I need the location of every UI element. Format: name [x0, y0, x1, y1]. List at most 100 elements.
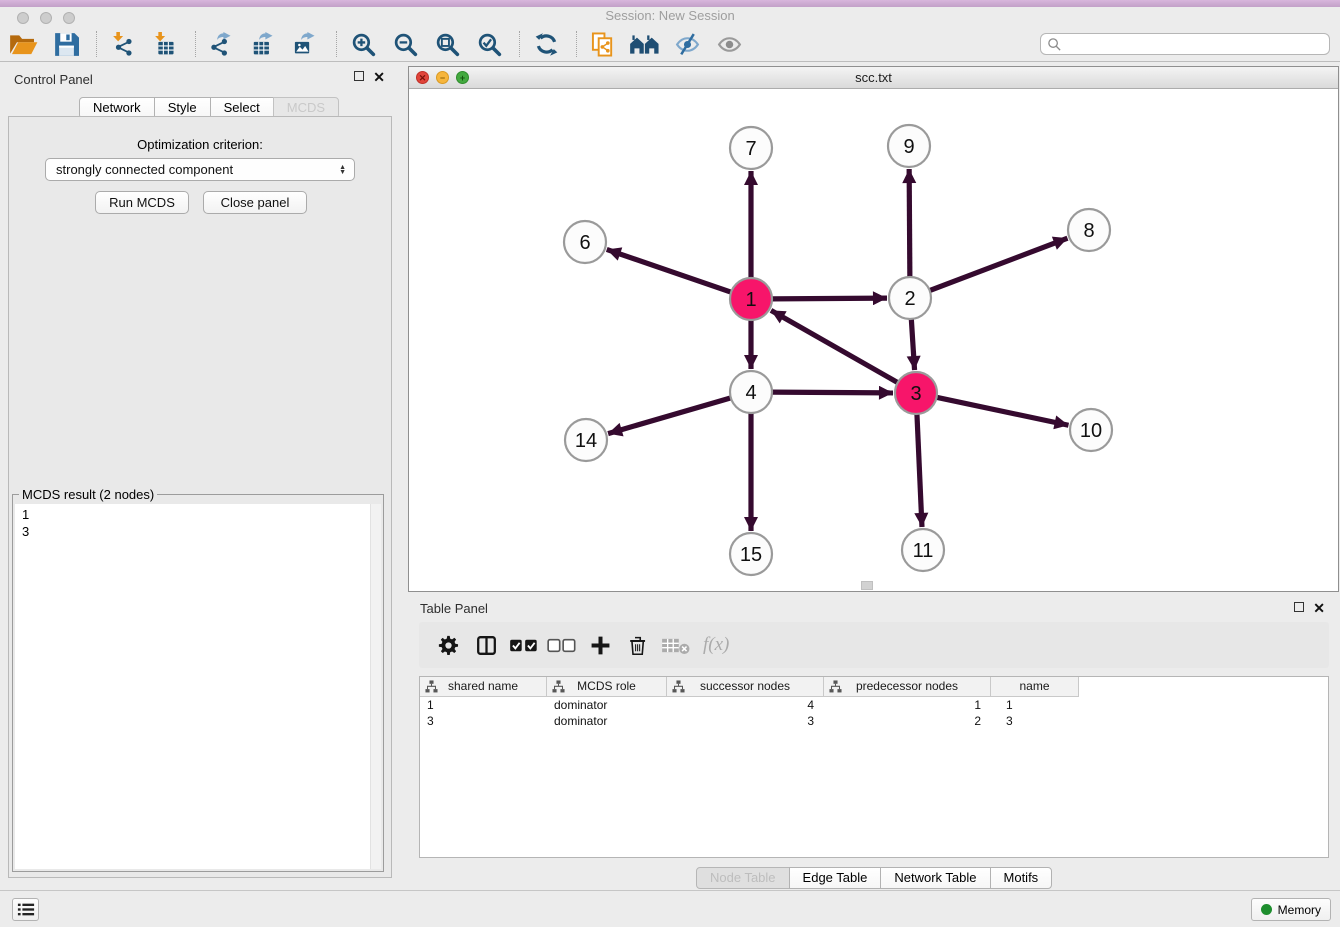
export-network-button[interactable] [206, 29, 238, 59]
graph-node-7[interactable]: 7 [730, 127, 772, 169]
table-panel-close-icon[interactable]: ✕ [1313, 602, 1325, 614]
zoom-selected-button[interactable] [473, 29, 505, 59]
search-input[interactable] [1062, 36, 1329, 53]
optimization-criterion-value: strongly connected component [56, 162, 339, 177]
column-header-predecessor-nodes[interactable]: predecessor nodes [824, 677, 991, 697]
table-row[interactable]: 3dominator323 [420, 713, 1328, 729]
graph-node-10[interactable]: 10 [1070, 409, 1112, 451]
status-bar: Memory [0, 890, 1340, 927]
zoom-in-button[interactable] [347, 29, 379, 59]
column-header-name[interactable]: name [991, 677, 1079, 697]
toolbar-separator [96, 31, 97, 57]
tab-edge-table[interactable]: Edge Table [789, 867, 882, 889]
refresh-button[interactable] [530, 29, 562, 59]
hide-selected-button[interactable] [671, 29, 703, 59]
graph-node-9[interactable]: 9 [888, 125, 930, 167]
graph-edge-2-8[interactable] [930, 238, 1068, 290]
table-cell: 3 [667, 713, 824, 729]
graph-edge-3-1[interactable] [771, 310, 898, 382]
delete-row-button[interactable] [623, 630, 653, 660]
table-header-row: shared nameMCDS rolesuccessor nodesprede… [420, 677, 1328, 697]
new-network-from-selection-button[interactable] [587, 29, 619, 59]
zoom-out-button[interactable] [389, 29, 421, 59]
graph-node-6[interactable]: 6 [564, 221, 606, 263]
graph-node-14[interactable]: 14 [565, 419, 607, 461]
show-all-button[interactable] [713, 29, 745, 59]
graph-edge-4-3[interactable] [772, 392, 893, 393]
graph-node-1[interactable]: 1 [730, 278, 772, 320]
svg-text:10: 10 [1080, 420, 1102, 442]
tab-motifs[interactable]: Motifs [990, 867, 1053, 889]
task-history-button[interactable] [12, 898, 39, 921]
graph-node-3[interactable]: 3 [895, 372, 937, 414]
tab-network-table[interactable]: Network Table [880, 867, 990, 889]
column-visibility-button[interactable] [471, 630, 501, 660]
svg-text:4: 4 [745, 382, 756, 404]
export-image-button[interactable] [290, 29, 322, 59]
graph-edge-2-9[interactable] [909, 169, 910, 277]
import-table-button[interactable] [149, 29, 181, 59]
table-panel-tabs: Node TableEdge TableNetwork TableMotifs [696, 867, 1052, 889]
network-window-titlebar[interactable]: ✕ − + scc.txt [409, 67, 1338, 89]
table-cell: dominator [547, 713, 667, 729]
run-mcds-button[interactable]: Run MCDS [95, 191, 189, 214]
svg-text:11: 11 [913, 540, 934, 562]
graph-node-15[interactable]: 15 [730, 533, 772, 575]
optimization-criterion-select[interactable]: strongly connected component ▲▼ [45, 158, 355, 181]
graph-node-4[interactable]: 4 [730, 371, 772, 413]
add-row-button[interactable] [585, 630, 615, 660]
export-table-button[interactable] [248, 29, 280, 59]
graph-edge-4-14[interactable] [608, 398, 731, 434]
memory-label: Memory [1278, 903, 1321, 917]
save-session-button[interactable] [50, 29, 82, 59]
result-line: 3 [15, 524, 371, 541]
search-box[interactable] [1040, 33, 1330, 55]
control-panel-close-icon[interactable]: ✕ [373, 71, 385, 83]
column-header-mcds-role[interactable]: MCDS role [547, 677, 667, 697]
graph-edge-1-6[interactable] [607, 249, 731, 292]
svg-text:1: 1 [745, 289, 756, 311]
canvas-resize-grip[interactable] [861, 581, 873, 590]
table-cell: 4 [667, 697, 824, 713]
table-cell: 3 [991, 713, 1079, 729]
table-options-button[interactable] [433, 630, 463, 660]
tab-node-table[interactable]: Node Table [696, 867, 790, 889]
svg-text:14: 14 [575, 430, 597, 452]
table-cell: 1 [824, 697, 991, 713]
graph-edge-2-3[interactable] [911, 319, 914, 370]
delete-table-button [661, 630, 691, 660]
table-row[interactable]: 1dominator411 [420, 697, 1328, 713]
graph-node-11[interactable]: 11 [902, 529, 944, 571]
close-panel-button[interactable]: Close panel [203, 191, 307, 214]
titlebar-accent [0, 0, 1340, 7]
open-session-button[interactable] [8, 29, 40, 59]
control-panel-float-icon[interactable] [354, 71, 364, 81]
import-network-button[interactable] [107, 29, 139, 59]
column-header-successor-nodes[interactable]: successor nodes [667, 677, 824, 697]
select-stepper-icon: ▲▼ [339, 165, 346, 175]
graph-node-8[interactable]: 8 [1068, 209, 1110, 251]
svg-text:2: 2 [904, 288, 915, 310]
graph-edge-3-11[interactable] [917, 414, 922, 527]
column-header-shared-name[interactable]: shared name [420, 677, 547, 697]
mcds-result-text[interactable]: 13 [15, 504, 371, 869]
hierarchy-icon [552, 680, 565, 699]
select-all-rows-button[interactable] [509, 630, 539, 660]
graph-edge-3-10[interactable] [937, 397, 1069, 425]
net-close-icon[interactable]: ✕ [416, 71, 429, 84]
memory-button[interactable]: Memory [1251, 898, 1331, 921]
result-scrollbar[interactable] [370, 504, 381, 869]
net-maximize-icon[interactable]: + [456, 71, 469, 84]
network-canvas[interactable]: 7 9 6 8 1 2 4 3 14 10 15 11 [409, 89, 1338, 592]
deselect-all-rows-button[interactable] [547, 630, 577, 660]
first-neighbors-button[interactable] [629, 29, 661, 59]
table-body: 1dominator4113dominator323 [420, 697, 1328, 729]
memory-status-icon [1261, 904, 1272, 915]
zoom-fit-button[interactable] [431, 29, 463, 59]
graph-edge-1-2[interactable] [772, 298, 887, 299]
table-panel-float-icon[interactable] [1294, 602, 1304, 612]
table-cell: 1 [991, 697, 1079, 713]
graph-node-2[interactable]: 2 [889, 277, 931, 319]
net-minimize-icon[interactable]: − [436, 71, 449, 84]
optimization-criterion-label: Optimization criterion: [0, 137, 400, 152]
